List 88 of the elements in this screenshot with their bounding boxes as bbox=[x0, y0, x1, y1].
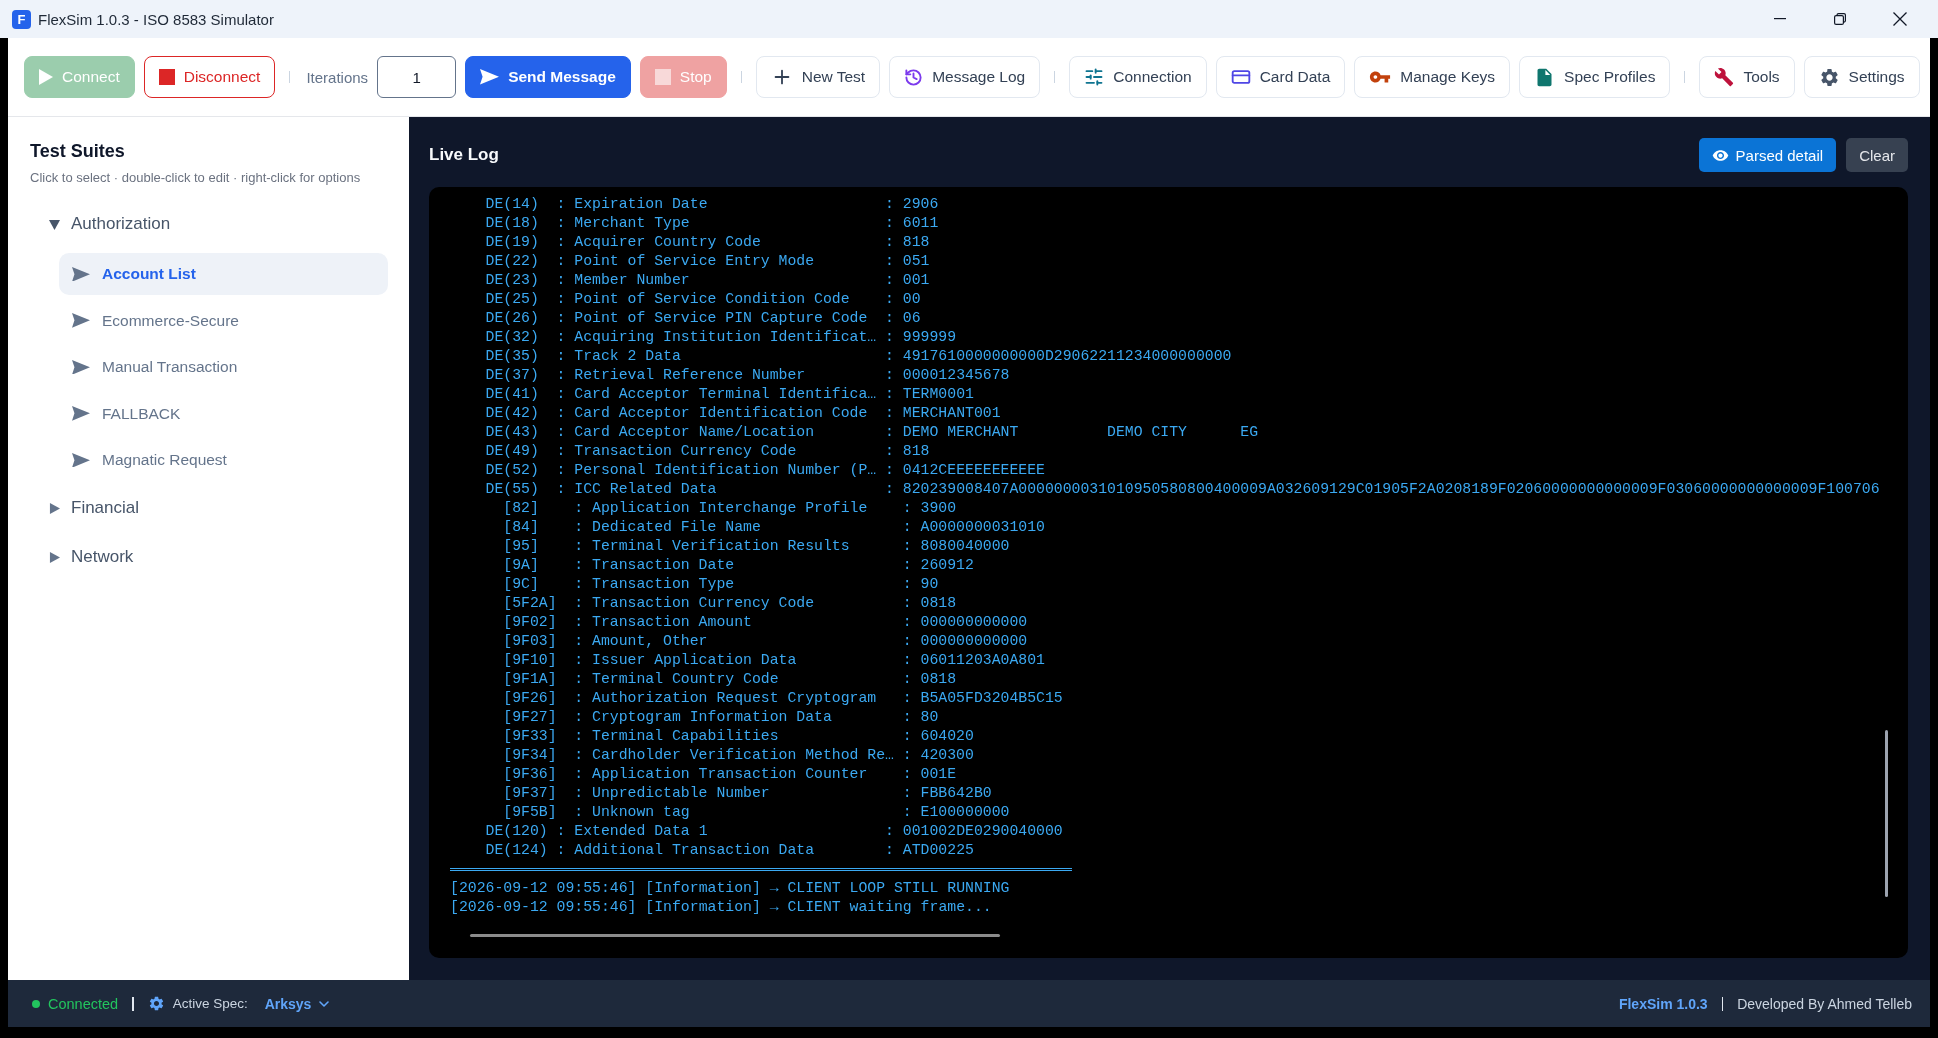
send-icon bbox=[72, 406, 90, 421]
history-icon bbox=[904, 67, 924, 87]
log-field-line: [82] : Application Interchange Profile : 3900 bbox=[503, 499, 957, 518]
connection-status: Connected bbox=[48, 995, 119, 1012]
credit-text: Developed By Ahmed Telleb bbox=[1737, 995, 1912, 1012]
panel-title: Live Log bbox=[429, 145, 499, 165]
log-field-line: [9F27] : Cryptogram Information Data : 80 bbox=[503, 708, 939, 727]
spec-profiles-button[interactable]: Spec Profiles bbox=[1519, 56, 1671, 98]
log-field-line: [9F26] : Authorization Request Cryptogram : B5A05FD3204B5C15 bbox=[503, 689, 1063, 708]
panel-title: Test Suites bbox=[30, 140, 125, 162]
log-field-line: [5F2A] : Transaction Currency Code : 0818 bbox=[503, 594, 957, 613]
iterations-field[interactable]: 1 bbox=[377, 56, 457, 98]
stop-icon bbox=[158, 69, 175, 85]
log-field-line: DE(120) : Extended Data 1 : 001002DE0290040000 bbox=[485, 822, 1063, 841]
tree-group[interactable]: Financial bbox=[49, 486, 140, 530]
log-field-line: DE(55) : ICC Related Data : 820239008407A0000000031010950580800400009A032609129C01905F2A0208189F02060000000000009F03060000000000009F100706 bbox=[485, 480, 1880, 499]
tree-item[interactable]: Manual Transaction bbox=[59, 346, 251, 388]
manage-keys-button[interactable]: Manage Keys bbox=[1354, 56, 1511, 98]
spec-dropdown[interactable]: Arksys bbox=[264, 995, 333, 1012]
app-version: FlexSim 1.0.3 bbox=[1618, 995, 1708, 1012]
new-test-button[interactable]: New Test bbox=[755, 56, 881, 98]
log-field-line: [84] : Dedicated File Name : A0000000031010 bbox=[503, 518, 1045, 537]
log-field-line: DE(124) : Additional Transaction Data : ATD00225 bbox=[485, 841, 974, 860]
iterations-label: Iterations bbox=[306, 68, 369, 86]
close-icon bbox=[1893, 12, 1907, 26]
play-icon bbox=[39, 69, 53, 85]
tree-group[interactable]: Authorization bbox=[49, 202, 171, 246]
log-field-line: DE(14) : Expiration Date : 2906 bbox=[485, 195, 939, 214]
send-icon bbox=[72, 359, 90, 375]
log-field-line: DE(52) : Personal Identification Number (P… : 0412CEEEEEEEEEEE bbox=[485, 461, 1045, 480]
wrench-icon bbox=[1714, 67, 1735, 87]
window-title: FlexSim 1.0.3 - ISO 8583 Simulator bbox=[38, 10, 274, 28]
disconnect-button[interactable]: Disconnect bbox=[143, 56, 276, 98]
restore-icon bbox=[1834, 13, 1846, 25]
tree-item[interactable]: Magnatic Request bbox=[59, 439, 240, 481]
send-message-button[interactable]: Send Message bbox=[465, 56, 631, 98]
panel-hint: Click to select · double-click to edit · right-click for options bbox=[30, 170, 361, 186]
app-icon: F bbox=[12, 9, 31, 29]
log-field-line: DE(18) : Merchant Type : 6011 bbox=[485, 214, 939, 233]
tree-item[interactable]: Account List bbox=[59, 253, 388, 295]
connection-button[interactable]: Connection bbox=[1069, 56, 1207, 98]
log-field-line: [9F10] : Issuer Application Data : 06011203A0A801 bbox=[503, 651, 1045, 670]
log-field-line: [9A] : Transaction Date : 260912 bbox=[503, 556, 974, 575]
message-log-button[interactable]: Message Log bbox=[889, 56, 1041, 98]
log-field-line: [95] : Terminal Verification Results : 8080040000 bbox=[503, 537, 1010, 556]
log-field-line: DE(41) : Card Acceptor Terminal Identifica… : TERM0001 bbox=[485, 385, 974, 404]
vertical-scrollbar[interactable] bbox=[1885, 730, 1888, 897]
settings-button[interactable]: Settings bbox=[1803, 56, 1920, 98]
tree-item[interactable]: Ecommerce-Secure bbox=[59, 299, 252, 342]
log-field-line: DE(23) : Member Number : 001 bbox=[485, 271, 930, 290]
log-field-line: [9F03] : Amount, Other : 000000000000 bbox=[503, 632, 1028, 651]
log-field-line: DE(32) : Acquiring Institution Identificat… : 999999 bbox=[485, 328, 957, 347]
credit-card-icon bbox=[1230, 67, 1251, 87]
parsed-detail-button[interactable]: Parsed detail bbox=[1698, 138, 1837, 172]
log-field-line: DE(22) : Point of Service Entry Mode : 051 bbox=[485, 252, 930, 271]
log-event-line: [2026-09-12 09:55:46] [Information] → CLIENT LOOP STILL RUNNING bbox=[450, 879, 1010, 898]
log-field-line: DE(25) : Point of Service Condition Code : 00 bbox=[485, 290, 921, 309]
log-event-line: [2026-09-12 09:55:46] [Information] → CLIENT waiting frame... bbox=[450, 898, 992, 917]
send-icon bbox=[72, 313, 90, 328]
log-field-line: [9C] : Transaction Type : 90 bbox=[503, 575, 939, 594]
log-field-line: DE(35) : Track 2 Data : 4917610000000000D29062211234000000000 bbox=[485, 347, 1232, 366]
log-field-line: DE(42) : Card Acceptor Identification Code : MERCHANT001 bbox=[485, 404, 1001, 423]
tools-button[interactable]: Tools bbox=[1699, 56, 1795, 98]
send-icon bbox=[480, 69, 500, 85]
log-field-line: DE(26) : Point of Service PIN Capture Code : 06 bbox=[485, 309, 921, 328]
log-field-line: DE(19) : Acquirer Country Code : 818 bbox=[485, 233, 930, 252]
log-field-line: [9F5B] : Unknown tag : E100000000 bbox=[503, 803, 1010, 822]
clear-button[interactable]: Clear bbox=[1846, 138, 1908, 172]
settings-icon bbox=[147, 995, 165, 1012]
sliders-icon bbox=[1084, 67, 1105, 87]
tree-item[interactable]: FALLBACK bbox=[59, 392, 194, 435]
log-field-line: [9F02] : Transaction Amount : 000000000000 bbox=[503, 613, 1028, 632]
log-field-line: DE(49) : Transaction Currency Code : 818 bbox=[485, 442, 930, 461]
card-data-button[interactable]: Card Data bbox=[1215, 56, 1346, 98]
log-field-line: [9F36] : Application Transaction Counter : 001E bbox=[503, 765, 957, 784]
send-icon bbox=[72, 266, 90, 282]
minimize-icon bbox=[1774, 18, 1786, 20]
active-spec-label: Active Spec: bbox=[172, 996, 248, 1011]
log-field-line: DE(37) : Retrieval Reference Number : 000012345678 bbox=[485, 366, 1010, 385]
log-field-line: [9F1A] : Terminal Country Code : 0818 bbox=[503, 670, 957, 689]
horizontal-scrollbar[interactable] bbox=[470, 934, 1000, 937]
log-field-line: DE(43) : Card Acceptor Name/Location : DEMO MERCHANT DEMO CITY EG bbox=[485, 423, 1259, 442]
tree-group[interactable]: Network bbox=[49, 535, 134, 579]
log-field-line: [9F34] : Cardholder Verification Method Re… : 420300 bbox=[503, 746, 974, 765]
log-field-line: [9F33] : Terminal Capabilities : 604020 bbox=[503, 727, 974, 746]
send-icon bbox=[72, 452, 90, 468]
stop-icon bbox=[654, 69, 671, 85]
log-field-line: [9F37] : Unpredictable Number : FBB642B0 bbox=[503, 784, 992, 803]
